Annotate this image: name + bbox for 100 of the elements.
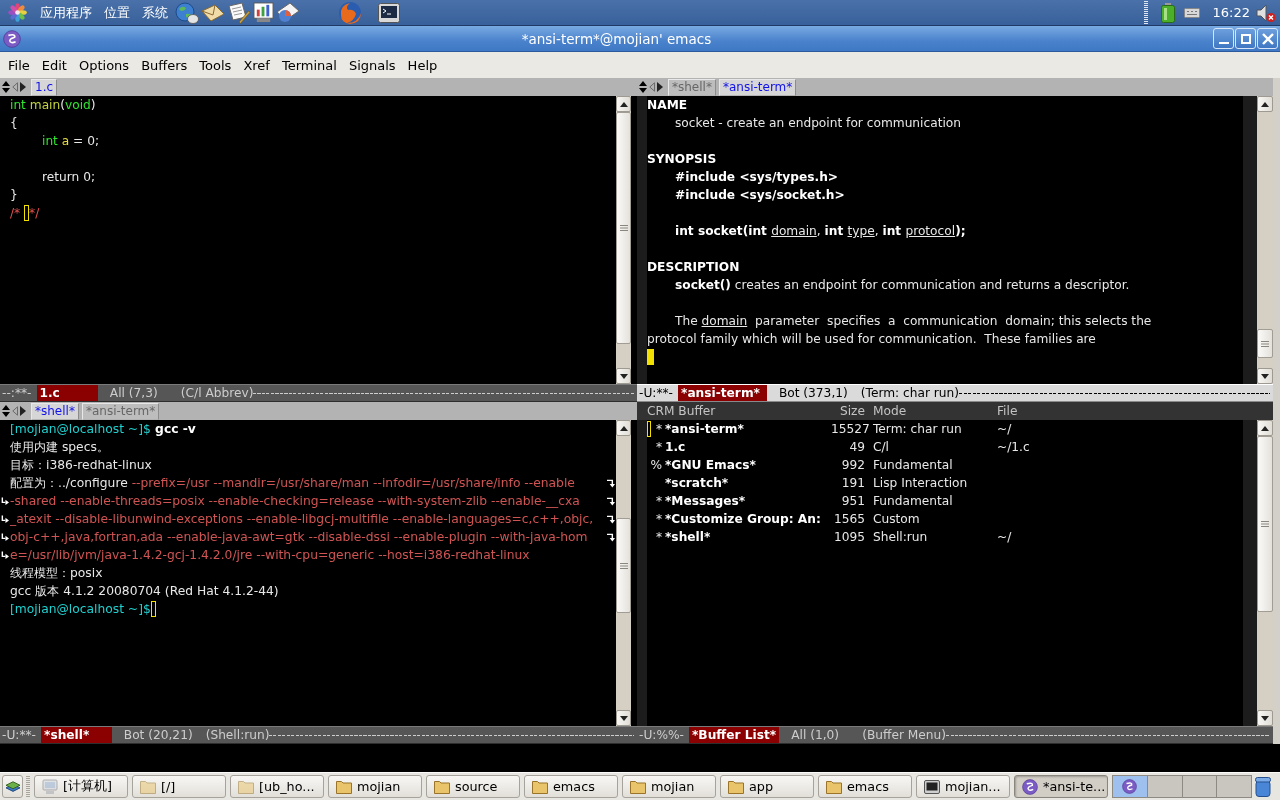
taskbar-button[interactable]: app: [720, 775, 814, 798]
up-arrow-icon: [1261, 101, 1269, 107]
trash-icon[interactable]: [1255, 776, 1271, 797]
scroll-up-button[interactable]: [1257, 420, 1273, 436]
buffer-mode: Lisp Interaction: [872, 475, 969, 492]
scrollbar[interactable]: [616, 420, 631, 726]
terminal-pane[interactable]: [637, 96, 1273, 384]
scroll-up-button[interactable]: [616, 420, 631, 436]
buffer-tab[interactable]: *ansi-term*: [718, 78, 797, 96]
code-line: */: [29, 205, 40, 222]
mode-line-mode[interactable]: (Shell:run): [205, 728, 270, 742]
taskbar-button[interactable]: mojian: [622, 775, 716, 798]
column-header[interactable]: Size: [831, 404, 869, 418]
scroll-thumb[interactable]: [616, 518, 631, 613]
panel-menu[interactable]: 位置: [104, 3, 130, 22]
taskbar-button[interactable]: *ansi-te...: [1014, 775, 1108, 798]
scroll-down-button[interactable]: [1257, 368, 1273, 384]
taskbar-button[interactable]: [计算机]: [34, 775, 128, 798]
menu-item[interactable]: Tools: [193, 57, 238, 73]
buffer-flags: *: [655, 493, 662, 510]
right-arrow-icon[interactable]: [20, 406, 26, 416]
taskbar-button[interactable]: emacs: [524, 775, 618, 798]
column-header[interactable]: CRM Buffer: [647, 404, 831, 418]
battery-icon[interactable]: [1160, 2, 1175, 23]
menu-item[interactable]: Buffers: [135, 57, 194, 73]
mode-line-buffer-name[interactable]: 1.c: [36, 385, 98, 401]
mode-line-buffer-name[interactable]: *ansi-term*: [678, 385, 767, 401]
keyboard-icon[interactable]: [1183, 7, 1200, 18]
mode-line-mode[interactable]: (Term: char run): [860, 386, 960, 400]
minimize-button[interactable]: [1213, 28, 1234, 49]
pie-chart-icon[interactable]: [276, 2, 300, 23]
scroll-up-button[interactable]: [1257, 96, 1273, 112]
handle-icon[interactable]: [26, 775, 30, 798]
terminal-line: socket() creates an endpoint for communication and returns a descriptor.: [674, 277, 1130, 294]
scrollbar[interactable]: [1257, 96, 1273, 384]
swirl-icon[interactable]: [3, 29, 21, 48]
mode-line-mode[interactable]: (Buffer Menu): [862, 728, 946, 742]
menu-item[interactable]: Options: [72, 57, 136, 73]
buffer-name[interactable]: *GNU Emacs*: [665, 456, 831, 474]
taskbar-button[interactable]: [/]: [132, 775, 226, 798]
buffer-name[interactable]: *scratch*: [665, 474, 831, 492]
mode-line-buffer-name[interactable]: *shell*: [41, 727, 112, 743]
menu-item[interactable]: File: [2, 57, 36, 73]
close-button[interactable]: [1257, 28, 1278, 49]
presentation-icon[interactable]: [253, 2, 274, 23]
up-down-arrow-icon[interactable]: [639, 81, 647, 93]
scroll-down-button[interactable]: [616, 710, 631, 726]
menu-item[interactable]: Edit: [35, 57, 73, 73]
taskbar-button[interactable]: mojian...: [916, 775, 1010, 798]
buffer-name[interactable]: *shell*: [665, 528, 831, 546]
envelope-icon[interactable]: [201, 2, 225, 23]
scrollbar[interactable]: [1257, 420, 1273, 726]
menu-item[interactable]: Signals: [342, 57, 402, 73]
buffer-name[interactable]: 1.c: [665, 438, 831, 456]
right-arrow-icon[interactable]: [657, 82, 663, 92]
menu-item[interactable]: Terminal: [275, 57, 343, 73]
mode-line-mode[interactable]: (C/l Abbrev): [180, 386, 254, 400]
workspace-cell[interactable]: [1217, 776, 1251, 797]
scrollbar[interactable]: [616, 96, 631, 384]
menu-item[interactable]: Xref: [237, 57, 276, 73]
taskbar-button[interactable]: source: [426, 775, 520, 798]
scroll-thumb[interactable]: [1257, 436, 1273, 612]
buffer-name[interactable]: *ansi-term*: [665, 420, 831, 438]
handle-icon[interactable]: [1143, 0, 1148, 25]
scroll-down-button[interactable]: [1257, 710, 1273, 726]
up-down-arrow-icon[interactable]: [2, 405, 10, 417]
buffer-tab[interactable]: *shell*: [31, 402, 79, 420]
clock[interactable]: 16:22: [1212, 5, 1250, 20]
taskbar-button[interactable]: mojian: [328, 775, 422, 798]
flower-icon[interactable]: [8, 3, 27, 22]
up-down-arrow-icon[interactable]: [2, 81, 10, 93]
right-arrow-icon[interactable]: [20, 82, 26, 92]
buffer-tab[interactable]: 1.c: [31, 78, 58, 96]
buffer-name[interactable]: *Messages*: [665, 492, 831, 510]
down-arrow-icon: [1261, 715, 1269, 721]
scroll-thumb[interactable]: [616, 112, 631, 344]
panel-menu[interactable]: 应用程序: [40, 3, 92, 22]
panel-menu[interactable]: 系统: [142, 3, 168, 22]
scroll-thumb[interactable]: [1257, 329, 1273, 358]
grip-icon: [619, 225, 628, 231]
workspace-cell[interactable]: [1113, 776, 1147, 797]
show-desktop-button[interactable]: [2, 775, 23, 798]
maximize-button[interactable]: [1235, 28, 1256, 49]
taskbar-button[interactable]: [ub_ho...: [230, 775, 324, 798]
scroll-down-button[interactable]: [616, 368, 631, 384]
speaker-muted-icon[interactable]: [1256, 2, 1276, 23]
column-header[interactable]: File: [997, 404, 1273, 418]
menu-item[interactable]: Help: [401, 57, 444, 73]
globe-mouse-icon[interactable]: [175, 1, 199, 24]
workspace-cell[interactable]: [1147, 776, 1182, 797]
mode-line-buffer-name[interactable]: *Buffer List*: [689, 727, 780, 743]
buffer-flags: *: [655, 421, 662, 438]
scroll-up-button[interactable]: [616, 96, 631, 112]
buffer-name[interactable]: *Customize Group: An:: [665, 510, 831, 528]
document-icon[interactable]: [227, 1, 251, 24]
workspace-cell[interactable]: [1182, 776, 1217, 797]
taskbar-button[interactable]: emacs: [818, 775, 912, 798]
column-header[interactable]: Mode: [869, 404, 997, 418]
buffer-list-pane[interactable]: [637, 420, 1273, 726]
terminal-icon[interactable]: [378, 2, 400, 23]
